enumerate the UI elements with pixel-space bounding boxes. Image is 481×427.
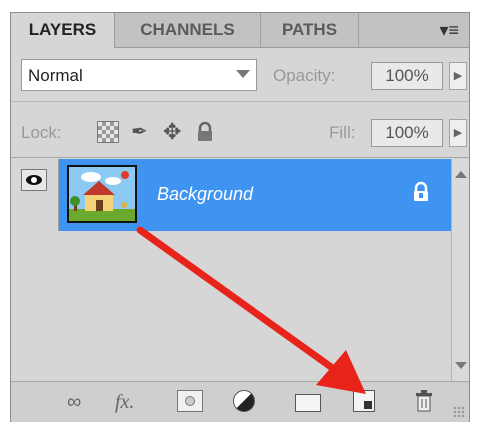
scroll-down-icon[interactable] <box>455 362 467 369</box>
link-layers-icon[interactable]: ∞ <box>67 390 81 414</box>
blend-mode-dropdown[interactable]: Normal <box>21 59 257 91</box>
tab-paths[interactable]: PATHS <box>261 13 359 47</box>
new-layer-icon[interactable] <box>353 390 375 412</box>
layer-name[interactable]: Background <box>157 184 253 205</box>
blend-opacity-row: Normal Opacity: 100% ▶ <box>11 53 469 102</box>
delete-layer-icon[interactable] <box>415 390 433 412</box>
tab-layers[interactable]: LAYERS <box>11 13 115 48</box>
layers-toolbar: ∞ fx. <box>11 381 469 422</box>
layers-scrollbar[interactable] <box>451 159 469 381</box>
layer-thumbnail[interactable] <box>67 165 137 223</box>
adjustment-layer-icon[interactable] <box>233 390 255 412</box>
scroll-up-icon[interactable] <box>455 171 467 178</box>
new-group-icon[interactable] <box>295 394 321 412</box>
lock-all-icon[interactable] <box>195 121 217 143</box>
lock-fill-row: Lock: ✒ ✥ Fill: 100% ▶ <box>11 111 469 158</box>
lock-label: Lock: <box>21 123 62 142</box>
layers-list: Background <box>11 159 451 381</box>
chevron-down-icon <box>236 70 250 78</box>
opacity-slider-button[interactable]: ▶ <box>449 62 467 90</box>
opacity-field[interactable]: 100% <box>371 62 443 90</box>
lock-position-icon[interactable]: ✥ <box>163 121 185 143</box>
fill-field[interactable]: 100% <box>371 119 443 147</box>
layer-row-background[interactable]: Background <box>11 159 451 231</box>
layer-lock-icon <box>411 181 431 208</box>
visibility-toggle[interactable] <box>11 159 59 231</box>
panel-menu-icon[interactable]: ▾≡ <box>439 20 459 41</box>
lock-image-pixels-icon[interactable]: ✒ <box>131 121 153 143</box>
fill-slider-button[interactable]: ▶ <box>449 119 467 147</box>
add-mask-icon[interactable] <box>177 390 203 412</box>
layer-style-icon[interactable]: fx. <box>115 390 134 414</box>
layers-panel: LAYERS CHANNELS PATHS ▾≡ Normal Opacity:… <box>10 12 470 422</box>
eye-icon <box>26 175 42 185</box>
resize-grip-icon[interactable] <box>453 406 465 418</box>
visibility-button <box>21 169 47 191</box>
panel-tab-bar: LAYERS CHANNELS PATHS ▾≡ <box>11 13 469 48</box>
opacity-label: Opacity: <box>273 66 336 85</box>
blend-mode-value: Normal <box>28 66 83 85</box>
lock-transparent-pixels-icon[interactable] <box>97 121 119 143</box>
tab-channels[interactable]: CHANNELS <box>115 13 261 47</box>
fill-label: Fill: <box>329 123 356 142</box>
